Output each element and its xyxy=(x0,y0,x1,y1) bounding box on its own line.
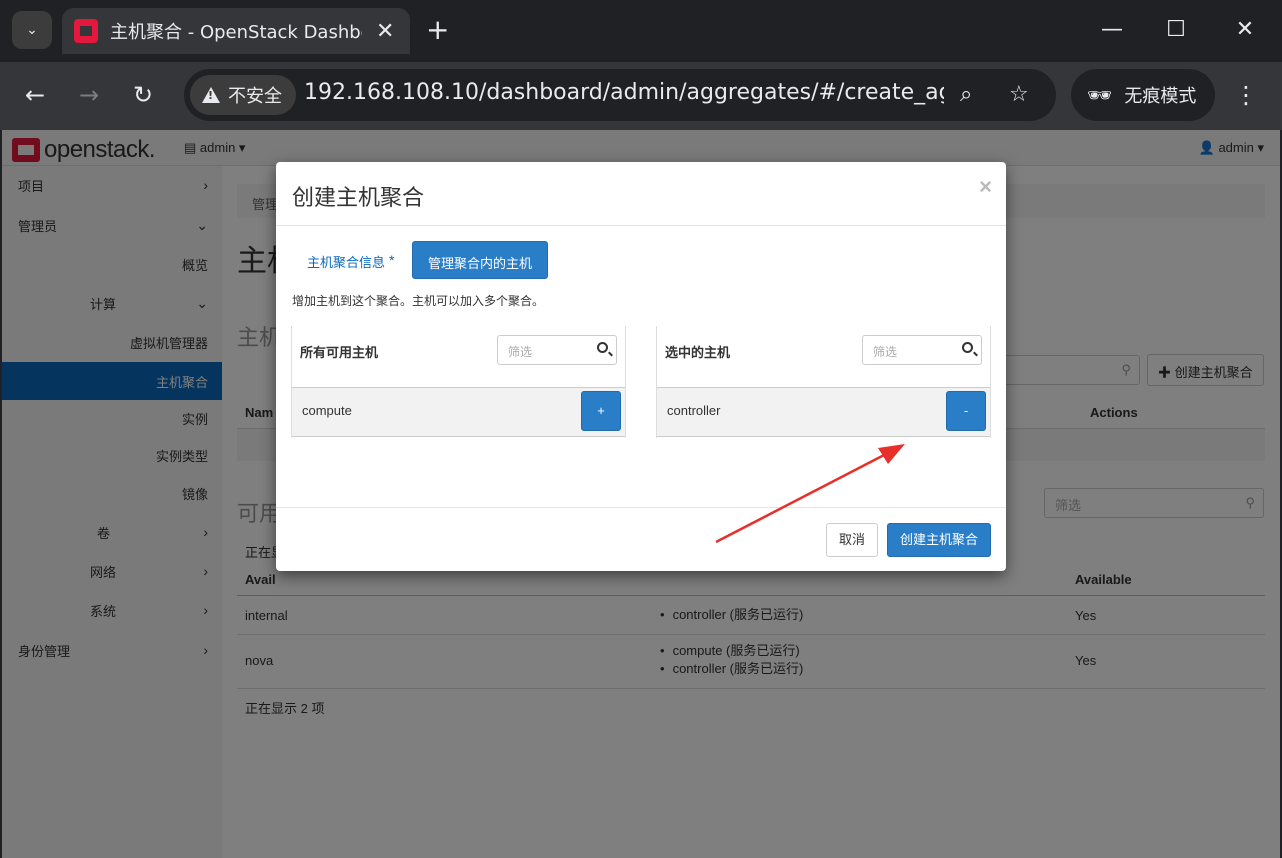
search-icon xyxy=(962,342,973,353)
back-icon[interactable]: ← xyxy=(19,80,51,110)
help-text: 增加主机到这个聚合。主机可以加入多个聚合。 xyxy=(292,294,545,308)
modal-header: 创建主机聚合 × xyxy=(276,162,1006,226)
panel-header: 所有可用主机 筛选 xyxy=(292,326,625,388)
list-item: compute + xyxy=(292,388,625,437)
panel-title: 所有可用主机 xyxy=(300,345,379,360)
close-window-icon[interactable]: ✕ xyxy=(1225,14,1265,46)
security-label: 不安全 xyxy=(228,86,282,107)
url-text[interactable]: 192.168.108.10/dashboard/admin/aggregate… xyxy=(304,80,944,105)
maximize-icon[interactable]: ☐ xyxy=(1156,14,1196,46)
create-aggregate-modal: 创建主机聚合 × 主机聚合信息 * 管理聚合内的主机 增加主机到这个聚合。主机可以… xyxy=(276,162,1006,571)
minimize-icon[interactable]: — xyxy=(1092,14,1132,46)
openstack-favicon-icon xyxy=(74,19,98,43)
remove-host-button[interactable]: - xyxy=(946,391,986,431)
chevron-down-icon: ⌄ xyxy=(26,22,38,38)
host-name: compute xyxy=(302,403,352,418)
incognito-indicator[interactable]: 🕶 无痕模式 xyxy=(1071,69,1215,121)
tab-search-button[interactable]: ⌄ xyxy=(12,11,52,49)
tab-title: 主机聚合 - OpenStack Dashboard xyxy=(110,22,362,43)
browser-tab[interactable]: 主机聚合 - OpenStack Dashboard ✕ xyxy=(62,8,410,54)
selected-hosts-filter[interactable]: 筛选 xyxy=(862,335,982,365)
page-viewport: openstack. ▤ admin ▾ 👤 admin ▾ 项目› 管理员⌄ … xyxy=(2,130,1280,858)
close-icon[interactable]: × xyxy=(979,174,992,200)
zoom-search-icon[interactable]: ⌕ xyxy=(960,81,972,109)
filter-placeholder: 筛选 xyxy=(508,345,533,359)
tab-label: 主机聚合信息 xyxy=(307,255,386,270)
forward-icon[interactable]: → xyxy=(73,80,105,110)
incognito-icon: 🕶 xyxy=(1087,83,1113,107)
host-name: controller xyxy=(667,403,721,418)
reload-icon[interactable]: ↻ xyxy=(127,80,159,110)
list-item: controller - xyxy=(657,388,990,437)
required-marker: * xyxy=(389,252,395,268)
browser-toolbar: ← → ↻ 不安全 192.168.108.10/dashboard/admin… xyxy=(0,62,1282,130)
bookmark-star-icon[interactable]: ☆ xyxy=(1009,81,1029,109)
tab-manage-hosts[interactable]: 管理聚合内的主机 xyxy=(412,241,549,279)
close-tab-icon[interactable]: ✕ xyxy=(376,19,394,44)
incognito-label: 无痕模式 xyxy=(1124,86,1197,107)
available-hosts-filter[interactable]: 筛选 xyxy=(497,335,617,365)
add-host-button[interactable]: + xyxy=(581,391,621,431)
address-bar[interactable]: 不安全 192.168.108.10/dashboard/admin/aggre… xyxy=(184,69,1056,121)
search-icon xyxy=(597,342,608,353)
panel-title: 选中的主机 xyxy=(665,345,731,360)
available-hosts-panel: 所有可用主机 筛选 compute + xyxy=(291,326,626,438)
create-aggregate-submit-button[interactable]: 创建主机聚合 xyxy=(887,523,991,557)
filter-placeholder: 筛选 xyxy=(873,345,898,359)
modal-title: 创建主机聚合 xyxy=(292,185,425,210)
tab-aggregate-info[interactable]: 主机聚合信息 * xyxy=(292,241,409,279)
more-menu-icon[interactable]: ⋮ xyxy=(1234,80,1258,110)
cancel-button[interactable]: 取消 xyxy=(826,523,878,557)
browser-tab-bar: ⌄ 主机聚合 - OpenStack Dashboard ✕ + — ☐ ✕ xyxy=(0,0,1282,62)
selected-hosts-panel: 选中的主机 筛选 controller - xyxy=(656,326,991,438)
panel-header: 选中的主机 筛选 xyxy=(657,326,990,388)
security-indicator[interactable]: 不安全 xyxy=(190,75,296,115)
new-tab-button[interactable]: + xyxy=(426,14,449,46)
warning-icon xyxy=(202,87,220,103)
modal-footer: 取消 创建主机聚合 xyxy=(276,507,1006,571)
